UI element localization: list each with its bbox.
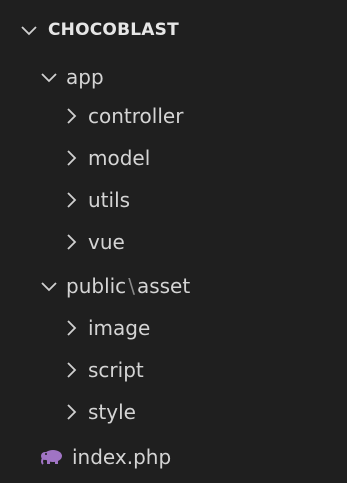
tree-folder-label: app — [66, 65, 104, 89]
php-elephant-icon — [40, 448, 64, 466]
chevron-right-icon — [60, 189, 82, 211]
tree-folder-style[interactable]: style — [0, 391, 347, 433]
tree-folder-public-asset[interactable]: public \ asset — [0, 265, 347, 307]
tree-folder-label: script — [88, 358, 144, 382]
chevron-right-icon — [60, 401, 82, 423]
tree-folder-label: utils — [88, 188, 131, 212]
tree-folder-app[interactable]: app — [0, 56, 347, 98]
chevron-down-icon — [18, 19, 40, 41]
tree-folder-script[interactable]: script — [0, 349, 347, 391]
chevron-right-icon — [60, 359, 82, 381]
file-explorer: CHOCOBLAST app controller model utils vu… — [0, 0, 347, 483]
tree-folder-utils[interactable]: utils — [0, 179, 347, 221]
tree-folder-image[interactable]: image — [0, 307, 347, 349]
compact-folder-part-public[interactable]: public — [66, 274, 126, 298]
chevron-right-icon — [60, 231, 82, 253]
tree-file-label: index.php — [72, 445, 172, 469]
chevron-right-icon — [60, 105, 82, 127]
tree-folder-label: style — [88, 400, 136, 424]
tree-folder-controller[interactable]: controller — [0, 95, 347, 137]
chevron-right-icon — [60, 317, 82, 339]
chevron-down-icon — [38, 66, 60, 88]
chevron-right-icon — [60, 147, 82, 169]
tree-folder-label: model — [88, 146, 151, 170]
tree-file-index-php[interactable]: index.php — [0, 436, 347, 478]
chevron-down-icon — [38, 275, 60, 297]
tree-folder-vue[interactable]: vue — [0, 221, 347, 263]
explorer-section-header[interactable]: CHOCOBLAST — [0, 10, 347, 50]
tree-folder-label: image — [88, 316, 151, 340]
compact-folder-separator: \ — [128, 274, 135, 298]
tree-folder-label: controller — [88, 104, 184, 128]
explorer-section-title: CHOCOBLAST — [48, 20, 179, 40]
compact-folder-part-asset[interactable]: asset — [137, 274, 190, 298]
tree-folder-model[interactable]: model — [0, 137, 347, 179]
tree-folder-label: public \ asset — [66, 274, 190, 298]
tree-folder-label: vue — [88, 230, 125, 254]
